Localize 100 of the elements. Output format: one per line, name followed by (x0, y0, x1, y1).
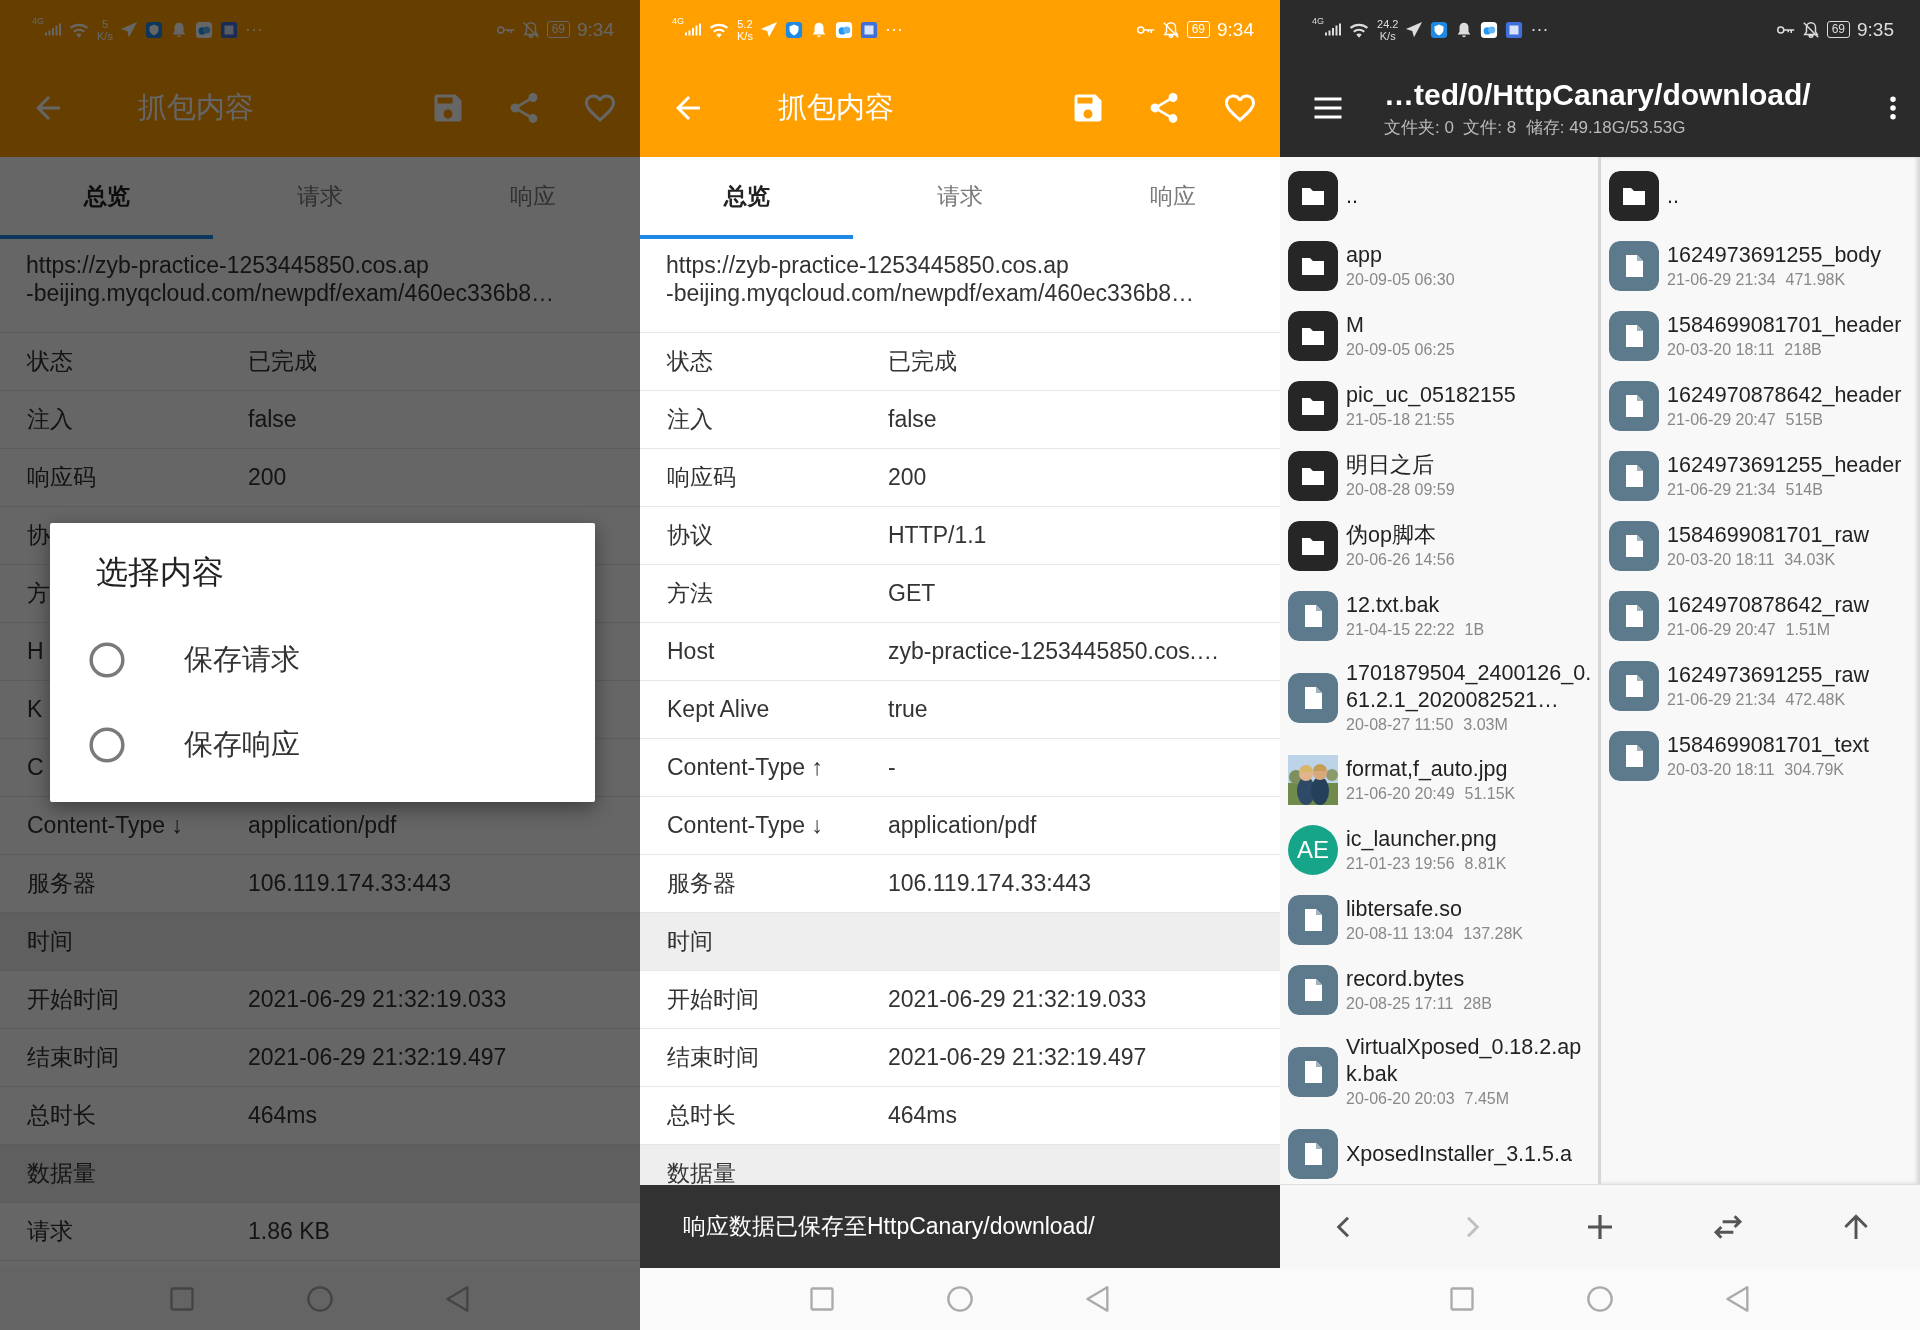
modified-date: 20-08-27 11:50 (1346, 715, 1454, 735)
file-name[interactable]: 明日之后 (1346, 451, 1592, 479)
home-icon[interactable] (1586, 1285, 1614, 1313)
file-name[interactable]: .. (1346, 182, 1592, 210)
file-size: 514B (1785, 479, 1823, 500)
file-size: 1.51M (1785, 619, 1830, 640)
file-name[interactable]: 1624970878642_raw (1667, 591, 1914, 619)
file-name[interactable]: 伪op脚本 (1346, 521, 1592, 549)
file-name[interactable]: 1584699081701_raw (1667, 521, 1914, 549)
file-name[interactable]: record.bytes (1346, 965, 1592, 993)
modified-date: 21-06-29 20:47 (1667, 619, 1776, 640)
modified-date: 21-06-20 20:49 (1346, 783, 1455, 804)
folder-icon (1288, 451, 1338, 501)
back-triangle-icon[interactable] (1724, 1285, 1752, 1313)
detail-value: application/pdf (248, 812, 397, 839)
folder-icon (1609, 171, 1659, 221)
file-name[interactable]: 1584699081701_text (1667, 731, 1914, 759)
modified-date: 20-09-05 06:25 (1346, 339, 1455, 360)
radio-button[interactable] (88, 725, 126, 764)
file-icon (1609, 521, 1659, 571)
screen-title: 抓包内容 (138, 90, 254, 125)
file-name[interactable]: 1624973691255_raw (1667, 661, 1914, 689)
modified-date: 20-09-05 06:30 (1346, 269, 1455, 290)
speed-unit: K/s (1379, 29, 1396, 42)
file-size: 515B (1785, 409, 1823, 430)
file-icon (1288, 895, 1338, 945)
detail-label: 结束时间 (667, 1043, 759, 1072)
cloud-app-icon (194, 20, 213, 39)
file-name[interactable]: app (1346, 241, 1592, 269)
folder-path: …ted/0/HttpCanary/download/ (1384, 77, 1812, 112)
network-type: 4G (32, 16, 44, 26)
detail-label: 状态 (667, 347, 713, 376)
detail-value: HTTP/1.1 (888, 522, 987, 549)
detail-value: 2021-06-29 21:32:19.033 (248, 986, 507, 1013)
file-size: 1B (1464, 619, 1485, 640)
network-type: 4G (672, 16, 684, 26)
folder-icon (1288, 171, 1338, 221)
file-size: 34.03K (1784, 549, 1836, 570)
send-icon (1405, 20, 1424, 39)
file-name[interactable]: libtersafe.so (1346, 895, 1592, 923)
file-name[interactable]: 12.txt.bak (1346, 591, 1592, 619)
battery-indicator: 69 (546, 21, 570, 38)
file-name[interactable]: format,f_auto.jpg (1346, 755, 1592, 783)
detail-label: 注入 (27, 405, 73, 434)
file-name[interactable]: .. (1667, 182, 1914, 210)
snackbar-message: 响应数据已保存至HttpCanary/download/ (683, 1212, 1095, 1241)
radio-button[interactable] (88, 640, 126, 679)
file-name[interactable]: ic_launcher.png (1346, 825, 1592, 853)
shield-icon (784, 20, 803, 39)
detail-label: 方法 (667, 579, 713, 608)
file-icon (1609, 451, 1659, 501)
file-name[interactable]: M (1346, 311, 1592, 339)
detail-label: 响应码 (667, 463, 736, 492)
recents-icon[interactable] (1448, 1285, 1476, 1313)
storage-summary: 文件夹: 0 文件: 8 储存: 49.18G/53.53G (1384, 116, 1687, 139)
option-label[interactable]: 保存请求 (184, 639, 300, 680)
file-name[interactable]: 1584699081701_header (1667, 311, 1914, 339)
detail-label: 时间 (27, 927, 73, 956)
option-label[interactable]: 保存响应 (184, 724, 300, 765)
detail-value: 已完成 (888, 347, 957, 376)
signal-icon (1325, 23, 1341, 36)
cloud-app-icon (834, 20, 853, 39)
home-icon[interactable] (946, 1285, 974, 1313)
back-triangle-icon[interactable] (1084, 1285, 1112, 1313)
file-name[interactable]: 1701879504_2400126_0.61.2.1_2020082521… (1346, 660, 1592, 714)
detail-label: 总时长 (667, 1101, 736, 1130)
detail-value: 464ms (248, 1102, 318, 1129)
battery-indicator: 69 (1826, 21, 1850, 38)
network-type: 4G (1312, 16, 1324, 26)
recents-icon[interactable] (808, 1285, 836, 1313)
detail-label: 时间 (667, 927, 713, 956)
home-icon[interactable] (306, 1285, 334, 1313)
detail-value: false (248, 406, 297, 433)
cloud-app-icon (1480, 20, 1499, 39)
network-speed: 24.2 (1377, 17, 1399, 30)
modified-date: 21-06-29 20:47 (1667, 409, 1776, 430)
detail-value: 2021-06-29 21:32:19.033 (888, 986, 1147, 1013)
more-notifications: ··· (1530, 19, 1549, 40)
file-icon (1609, 591, 1659, 641)
file-name[interactable]: XposedInstaller_3.1.5.a (1346, 1140, 1592, 1168)
detail-value: - (888, 754, 896, 781)
detail-label: 服务器 (667, 869, 736, 898)
send-icon (759, 20, 778, 39)
file-name[interactable]: 1624973691255_body (1667, 241, 1914, 269)
detail-value: 200 (248, 464, 287, 491)
file-name[interactable]: pic_uc_05182155 (1346, 381, 1592, 409)
file-name[interactable]: 1624973691255_header (1667, 451, 1914, 479)
modified-date: 20-08-28 09:59 (1346, 479, 1455, 500)
file-size: 8.81K (1464, 853, 1507, 874)
file-size: 472.48K (1785, 689, 1846, 710)
back-triangle-icon[interactable] (444, 1285, 472, 1313)
file-name[interactable]: VirtualXposed_0.18.2.apk.bak (1346, 1034, 1592, 1088)
file-size: 3.03M (1463, 715, 1508, 735)
file-size: 28B (1463, 993, 1492, 1014)
recents-icon[interactable] (168, 1285, 196, 1313)
modified-date: 21-06-29 21:34 (1667, 269, 1776, 290)
file-name[interactable]: 1624970878642_header (1667, 381, 1914, 409)
file-icon (1288, 1129, 1338, 1179)
file-icon (1288, 673, 1338, 723)
file-icon (1609, 311, 1659, 361)
